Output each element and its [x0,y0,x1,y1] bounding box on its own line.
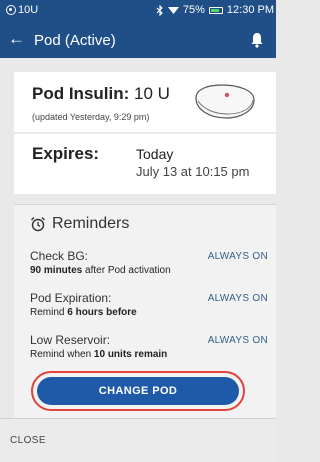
reminder-check-bg: Check BG: ALWAYS ON 90 minutes after Pod… [30,249,268,276]
expires-time: July 13 at 10:15 pm [136,164,250,179]
pod-status-icon [6,5,16,15]
pod-insulin-label: Pod Insulin: [32,84,130,103]
reminder-title: Check BG: [30,249,89,263]
alarm-clock-icon [31,217,45,232]
close-button[interactable]: CLOSE [10,435,46,446]
reminder-title: Low Reservoir: [30,333,111,347]
pod-insulin-updated: (updated Yesterday, 9:29 pm) [32,112,150,122]
battery-fill [210,8,219,12]
battery-icon [208,6,223,14]
status-time: 12:30 PM [226,4,274,16]
app-bar: ← Pod (Active) [0,22,276,58]
expires-day: Today [136,146,174,162]
reminders-header: Reminders [30,215,129,233]
reminder-status: ALWAYS ON [207,251,268,262]
wifi-icon [167,6,179,14]
status-right: 75% 12:30 PM [156,4,274,16]
bluetooth-icon [156,4,163,16]
battery-percent: 75% [182,4,205,16]
reminder-desc: Remind when 10 units remain [30,349,168,360]
page-title: Pod (Active) [34,32,116,49]
change-pod-button[interactable]: CHANGE POD [37,377,239,405]
reminder-status: ALWAYS ON [207,293,268,304]
status-bar: 10U 75% 12:30 PM [0,0,276,22]
reminder-pod-expiration: Pod Expiration: ALWAYS ON Remind 6 hours… [30,291,268,318]
change-pod-highlight: CHANGE POD [31,371,245,411]
bottom-bar: CLOSE [0,418,276,462]
status-left: 10U [6,4,38,16]
pod-insulin-card: Pod Insulin: 10 U (updated Yesterday, 9:… [14,72,276,132]
reminders-title: Reminders [52,215,130,232]
reminder-desc: Remind 6 hours before [30,307,137,318]
reminder-title: Pod Expiration: [30,291,112,305]
pod-insulin-value: 10 U [134,84,170,103]
reminder-low-reservoir: Low Reservoir: ALWAYS ON Remind when 10 … [30,333,268,360]
expires-card: Expires: Today July 13 at 10:15 pm [14,134,276,194]
bell-icon[interactable] [250,32,264,48]
pod-icon [195,84,255,119]
reminder-desc: 90 minutes after Pod activation [30,265,171,276]
status-insulin-text: 10U [18,4,39,16]
back-arrow-icon[interactable]: ← [8,30,25,48]
pod-insulin-line: Pod Insulin: 10 U [32,84,170,104]
expires-label: Expires: [32,144,100,163]
reminder-status: ALWAYS ON [207,335,268,346]
